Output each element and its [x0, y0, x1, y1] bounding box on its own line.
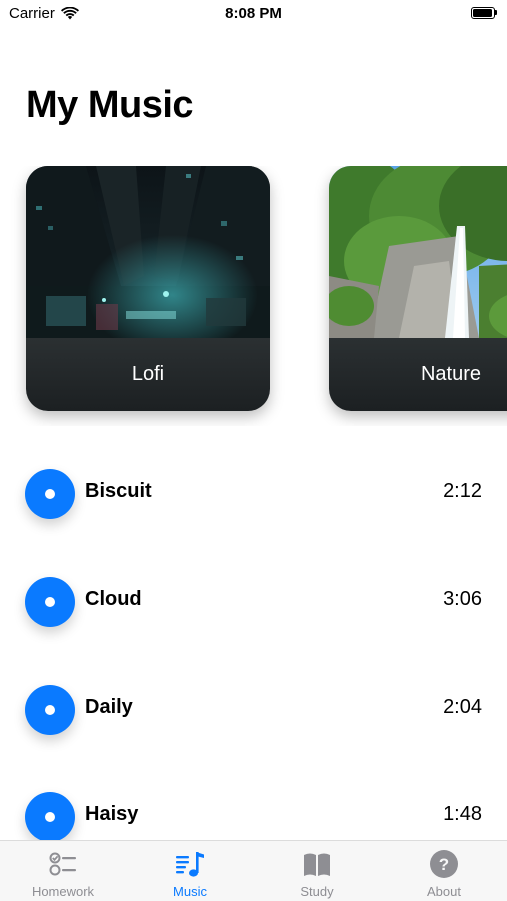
- tab-music[interactable]: Music: [127, 841, 253, 901]
- page-title: My Music: [26, 84, 194, 126]
- checklist-icon: [49, 852, 76, 876]
- record-icon: [45, 489, 55, 499]
- track-duration: 2:12: [443, 480, 482, 502]
- tab-label: Homework: [31, 884, 95, 899]
- lofi-city-artwork: [26, 166, 270, 338]
- tab-label: Music: [173, 884, 207, 899]
- track-row-biscuit[interactable]: Biscuit 2:12: [0, 464, 507, 524]
- record-icon: [45, 812, 55, 822]
- status-bar: Carrier 8:08 PM: [0, 0, 507, 30]
- tab-label: Study: [300, 884, 334, 899]
- track-name: Haisy: [85, 803, 139, 825]
- tab-about[interactable]: ? About: [381, 841, 507, 901]
- track-row-haisy[interactable]: Haisy 1:48: [0, 787, 507, 847]
- nature-waterfall-artwork: [329, 166, 507, 338]
- playlist-card-lofi[interactable]: Lofi: [26, 166, 270, 411]
- status-time: 8:08 PM: [225, 5, 282, 22]
- track-duration: 2:04: [443, 696, 482, 718]
- tab-study[interactable]: Study: [254, 841, 380, 901]
- battery-icon: [471, 7, 497, 19]
- track-name: Cloud: [85, 588, 142, 610]
- track-duration: 1:48: [443, 803, 482, 825]
- tab-bar: Homework Music Study ? About: [0, 840, 507, 901]
- svg-text:?: ?: [439, 855, 449, 874]
- play-button[interactable]: [25, 792, 75, 842]
- playlist-card-nature[interactable]: Nature: [329, 166, 507, 411]
- book-icon: [304, 853, 330, 876]
- track-row-cloud[interactable]: Cloud 3:06: [0, 572, 507, 632]
- track-duration: 3:06: [443, 588, 482, 610]
- record-icon: [45, 597, 55, 607]
- play-button[interactable]: [25, 469, 75, 519]
- playlist-label: Nature: [329, 338, 507, 411]
- track-row-daily[interactable]: Daily 2:04: [0, 680, 507, 740]
- playlist-label: Lofi: [26, 338, 270, 411]
- playlist-carousel[interactable]: Lofi Nature: [0, 166, 507, 426]
- track-name: Daily: [85, 696, 133, 718]
- question-circle-icon: ?: [430, 850, 458, 878]
- tab-homework[interactable]: Homework: [0, 841, 126, 901]
- track-name: Biscuit: [85, 480, 152, 502]
- record-icon: [45, 705, 55, 715]
- play-button[interactable]: [25, 685, 75, 735]
- music-list-icon: [176, 852, 204, 877]
- tab-label: About: [427, 884, 461, 899]
- play-button[interactable]: [25, 577, 75, 627]
